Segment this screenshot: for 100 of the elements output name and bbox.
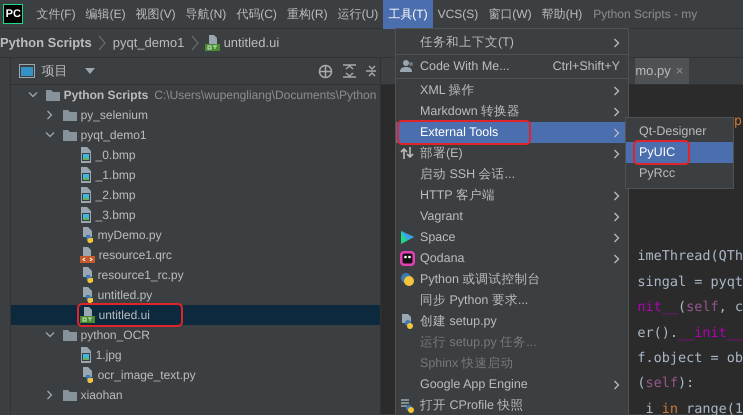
menu-item[interactable]: 运行(U): [332, 0, 384, 28]
panel-title[interactable]: 项目: [41, 61, 68, 81]
python-file-icon: [80, 367, 94, 383]
menu-item[interactable]: 任务和上下文(T): [396, 32, 628, 54]
tree-row[interactable]: ocr_image_text.py: [11, 365, 380, 385]
menu-item[interactable]: 重构(R): [282, 0, 333, 28]
code-line: (self):: [637, 374, 696, 394]
tree-row[interactable]: _2.bmp: [11, 185, 380, 205]
chevron-icon: [98, 35, 106, 51]
breadcrumb-item[interactable]: Python Scripts: [0, 33, 92, 53]
python-file-icon: [80, 227, 94, 243]
image-file-icon: [80, 207, 92, 223]
menu-item[interactable]: Qodana: [396, 248, 628, 270]
code-line: imeThread(QTh: [637, 247, 743, 266]
tree-row[interactable]: python_OCR: [11, 325, 380, 345]
tree-row[interactable]: _1.bmp: [11, 165, 380, 185]
menu-item[interactable]: External Tools: [396, 122, 628, 144]
folder-icon: [63, 389, 78, 401]
profile-snapshot-icon: [400, 398, 415, 414]
menu-item[interactable]: 工具(T): [383, 0, 433, 28]
tree-row[interactable]: resource1.qrc: [11, 245, 380, 265]
menu-item[interactable]: Markdown 转换器: [396, 101, 628, 122]
image-file-icon: [80, 147, 92, 163]
file-name: ocr_image_text.py: [98, 367, 196, 384]
tree-row[interactable]: resource1_rc.py: [11, 265, 380, 285]
tree-row[interactable]: pyqt_demo1: [11, 125, 380, 145]
menu-item[interactable]: Code With Me... Ctrl+Shift+Y: [396, 56, 628, 78]
up-down-arrows-icon: [400, 146, 415, 162]
menu-item[interactable]: PyUIC: [626, 142, 733, 164]
tree-row[interactable]: untitled.py: [11, 285, 380, 305]
menu-item[interactable]: 创建 setup.py: [396, 311, 628, 332]
shortcut-text: Ctrl+Shift+Y: [552, 58, 620, 76]
menu-item[interactable]: Qt-Designer: [626, 121, 733, 142]
dropdown-caret-icon: [85, 68, 96, 74]
file-name: _1.bmp: [96, 167, 136, 184]
menu-item[interactable]: 编辑(E): [80, 0, 131, 28]
resource-file-icon: [80, 247, 96, 263]
menu-item[interactable]: 部署(E): [396, 143, 628, 164]
tree-row[interactable]: untitled.ui: [11, 305, 380, 325]
python-file-icon: [400, 314, 415, 330]
menu-item[interactable]: 启动 SSH 会话...: [396, 164, 628, 186]
highlight-frame: External Tools: [400, 123, 528, 142]
file-name: _0.bmp: [96, 147, 136, 164]
folder-icon: [63, 329, 78, 341]
panel-icon: [19, 64, 36, 78]
tree-row[interactable]: Python Scripts C:\Users\wupengliang\Documents\Python: [11, 85, 380, 105]
tree-row[interactable]: 1.jpg: [11, 345, 380, 365]
tree-row[interactable]: _3.bmp: [11, 205, 380, 225]
file-name: Python Scripts: [64, 87, 148, 104]
folder-icon: [46, 89, 60, 101]
menu-item[interactable]: Python 或调试控制台: [396, 269, 628, 290]
menu-item[interactable]: PyRcc: [626, 163, 733, 184]
image-file-icon: [80, 347, 92, 363]
collapse-all-icon: [343, 64, 356, 78]
menu-item[interactable]: Google App Engine: [396, 374, 628, 396]
menu-item[interactable]: 代码(C): [231, 0, 282, 28]
folder-icon: [63, 109, 78, 121]
menu-item[interactable]: 打开 CProfile 快照: [396, 395, 628, 415]
window-title: Python Scripts - my: [593, 6, 698, 23]
menu-item[interactable]: Space: [396, 227, 628, 248]
robot-face-icon: [400, 251, 415, 266]
breadcrumb-item[interactable]: untitled.ui: [224, 33, 280, 53]
file-name: resource1_rc.py: [98, 267, 184, 284]
menu-item[interactable]: 窗口(W): [483, 0, 537, 28]
tree-row[interactable]: xiaohan: [11, 385, 380, 405]
python-icon: [400, 272, 415, 288]
file-name: resource1.qrc: [98, 247, 172, 264]
qt-file-icon: [205, 35, 220, 51]
menu-item[interactable]: 文件(F): [31, 0, 81, 28]
file-name: xiaohan: [80, 387, 123, 404]
editor-tab[interactable]: mo.py ×: [635, 58, 690, 84]
locate-icon: [318, 64, 334, 78]
triangle-logo-icon: [400, 230, 415, 246]
code-line: nit__(self, c: [637, 298, 743, 318]
file-name: untitled.py: [98, 287, 152, 304]
highlight-frame: PyUIC: [636, 143, 688, 162]
menu-item[interactable]: 同步 Python 要求...: [396, 290, 628, 312]
code-line: f.object = ob: [637, 348, 743, 368]
file-name: 1.jpg: [96, 347, 122, 364]
people-icon: [400, 59, 415, 74]
menu-item[interactable]: VCS(S): [432, 0, 484, 28]
qt-file-icon: [80, 307, 96, 323]
app-logo[interactable]: PC: [3, 4, 24, 24]
image-file-icon: [80, 187, 92, 203]
code-line: singal = pyqt: [637, 272, 743, 292]
file-name: untitled.ui: [98, 307, 150, 324]
breadcrumb-item[interactable]: pyqt_demo1: [112, 33, 184, 53]
tree-row[interactable]: py_selenium: [11, 105, 380, 125]
file-name: _3.bmp: [96, 207, 136, 224]
menu-item[interactable]: HTTP 客户端: [396, 185, 628, 206]
folder-path: C:\Users\wupengliang\Documents\Python: [154, 87, 376, 104]
menu-item[interactable]: 帮助(H): [536, 0, 588, 28]
tree-row[interactable]: _0.bmp: [11, 145, 380, 165]
file-name: _2.bmp: [96, 187, 136, 204]
menu-item[interactable]: Vagrant: [396, 206, 628, 228]
menu-item[interactable]: 视图(V): [130, 0, 181, 28]
code-line: er().__init__: [637, 324, 743, 343]
menu-item[interactable]: XML 操作: [396, 80, 628, 102]
menu-item[interactable]: 导航(N): [180, 0, 232, 28]
tree-row[interactable]: myDemo.py: [11, 225, 380, 245]
